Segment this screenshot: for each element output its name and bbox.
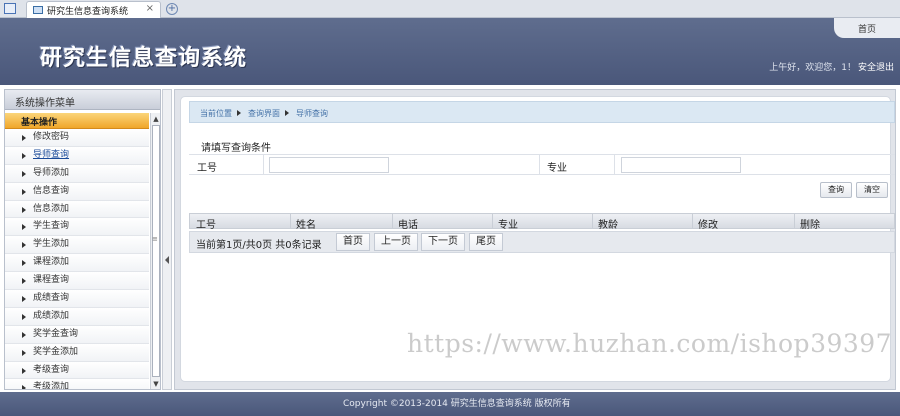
collapse-left-icon bbox=[165, 256, 169, 264]
close-tab-icon[interactable]: × bbox=[146, 3, 154, 14]
sidebar-item-course-add[interactable]: 课程添加 bbox=[5, 254, 149, 273]
results-table: 工号 姓名 电话 专业 教龄 修改 删除 当前第1页/共0页 共0条记录 首页 … bbox=[189, 213, 895, 255]
sidebar-item-grade-query[interactable]: 成绩查询 bbox=[5, 290, 149, 308]
page-favicon-icon bbox=[33, 6, 43, 14]
query-buttons: 查询 清空 bbox=[189, 177, 895, 203]
query-form: 请填写查询条件 工号 专业 查询 清空 bbox=[189, 137, 895, 209]
main-panel: 当前位置 查询界面 导师查询 请填写查询条件 工号 专业 查询 清空 工号 姓名… bbox=[174, 89, 896, 390]
scroll-up-icon[interactable]: ▲ bbox=[152, 115, 160, 123]
scroll-down-icon[interactable]: ▼ bbox=[152, 380, 160, 388]
staff-id-label: 工号 bbox=[197, 163, 217, 174]
column-divider bbox=[794, 214, 795, 228]
column-divider bbox=[392, 214, 393, 228]
column-divider bbox=[692, 214, 693, 228]
major-label: 专业 bbox=[547, 163, 567, 174]
sidebar-item-exam-query[interactable]: 考级查询 bbox=[5, 361, 149, 380]
sidebar-scrollbar[interactable]: ▲ ≡ ▼ bbox=[150, 113, 160, 389]
column-header-staff-id[interactable]: 工号 bbox=[196, 216, 216, 231]
arrow-right-icon bbox=[22, 349, 26, 356]
breadcrumb-separator-icon bbox=[237, 110, 241, 116]
cell-divider bbox=[263, 155, 264, 174]
search-button[interactable]: 查询 bbox=[820, 182, 852, 198]
sidebar-collapse-handle[interactable] bbox=[162, 89, 172, 390]
column-header-name[interactable]: 姓名 bbox=[296, 216, 316, 231]
scroll-grip-icon: ≡ bbox=[152, 235, 158, 243]
arrow-right-icon bbox=[22, 313, 26, 320]
sidebar-item-tutor-add[interactable]: 导师添加 bbox=[5, 164, 149, 183]
sidebar-item-info-add[interactable]: 信息添加 bbox=[5, 200, 149, 219]
first-page-button[interactable]: 首页 bbox=[336, 233, 370, 251]
breadcrumb-item-tutor-query[interactable]: 导师查询 bbox=[296, 108, 328, 119]
column-divider bbox=[492, 214, 493, 228]
arrow-right-icon bbox=[22, 260, 26, 267]
browser-tab[interactable]: 研究生信息查询系统 × bbox=[26, 1, 161, 18]
app-header: 研究生信息查询系统 首页 上午好，欢迎您，1！ 安全退出 bbox=[0, 18, 900, 85]
prev-page-button[interactable]: 上一页 bbox=[374, 233, 418, 251]
last-page-button[interactable]: 尾页 bbox=[469, 233, 503, 251]
breadcrumb: 当前位置 查询界面 导师查询 bbox=[189, 101, 895, 123]
app-footer: Copyright ©2013-2014 研究生信息查询系统 版权所有 bbox=[0, 392, 900, 416]
arrow-right-icon bbox=[22, 206, 26, 213]
cell-divider bbox=[614, 155, 615, 174]
sidebar-item-student-query[interactable]: 学生查询 bbox=[5, 218, 149, 237]
breadcrumb-separator-icon bbox=[285, 110, 289, 116]
column-divider bbox=[290, 214, 291, 228]
arrow-right-icon bbox=[22, 367, 26, 374]
watermark-text: https://www.huzhan.com/ishop39397 bbox=[407, 329, 893, 358]
column-header-phone[interactable]: 电话 bbox=[398, 216, 418, 231]
sidebar-item-scholarship-query[interactable]: 奖学金查询 bbox=[5, 325, 149, 344]
cell-divider bbox=[539, 155, 540, 174]
content-card: 当前位置 查询界面 导师查询 请填写查询条件 工号 专业 查询 清空 工号 姓名… bbox=[180, 96, 895, 382]
arrow-right-icon bbox=[22, 385, 26, 389]
app-title: 研究生信息查询系统 bbox=[40, 46, 248, 71]
query-form-title: 请填写查询条件 bbox=[201, 143, 271, 154]
home-link[interactable]: 首页 bbox=[834, 18, 900, 38]
sidebar-section-basic[interactable]: 基本操作 bbox=[5, 113, 149, 129]
home-link-label: 首页 bbox=[858, 25, 877, 35]
new-tab-icon[interactable]: + bbox=[166, 3, 178, 15]
breadcrumb-item-location: 当前位置 bbox=[200, 109, 232, 118]
arrow-right-icon bbox=[22, 242, 26, 249]
arrow-right-icon bbox=[22, 224, 26, 231]
arrow-right-icon bbox=[22, 170, 26, 177]
arrow-right-icon bbox=[22, 296, 26, 303]
sidebar-item-change-password[interactable]: 修改密码 bbox=[5, 129, 149, 147]
copyright-text: Copyright ©2013-2014 研究生信息查询系统 版权所有 bbox=[343, 399, 571, 409]
query-form-row: 工号 专业 bbox=[189, 154, 895, 175]
greeting-text: 上午好，欢迎您，1！ bbox=[769, 63, 856, 73]
pagination-info: 当前第1页/共0页 共0条记录 bbox=[196, 240, 322, 251]
browser-tab-title: 研究生信息查询系统 bbox=[47, 7, 129, 17]
arrow-right-icon bbox=[22, 188, 26, 195]
sidebar-item-student-add[interactable]: 学生添加 bbox=[5, 236, 149, 255]
next-page-button[interactable]: 下一页 bbox=[421, 233, 465, 251]
column-header-edit[interactable]: 修改 bbox=[698, 216, 718, 231]
sidebar-item-scholarship-add[interactable]: 奖学金添加 bbox=[5, 343, 149, 362]
column-header-teaching-years[interactable]: 教龄 bbox=[598, 216, 618, 231]
table-header: 工号 姓名 电话 专业 教龄 修改 删除 bbox=[189, 213, 895, 231]
column-divider bbox=[592, 214, 593, 228]
major-input[interactable] bbox=[621, 157, 741, 173]
sidebar-item-course-query[interactable]: 课程查询 bbox=[5, 272, 149, 291]
arrow-right-icon bbox=[22, 135, 26, 141]
pagination-bar: 当前第1页/共0页 共0条记录 首页 上一页 下一页 尾页 bbox=[189, 231, 895, 253]
window-icon bbox=[4, 3, 16, 14]
breadcrumb-item-query[interactable]: 查询界面 bbox=[248, 108, 280, 119]
sidebar-menu: 系统操作菜单 基本操作 修改密码 导师查询 导师添加 信息查询 信息添加 学生查… bbox=[4, 89, 161, 390]
arrow-right-icon bbox=[22, 152, 26, 159]
sidebar-title: 系统操作菜单 bbox=[5, 90, 160, 110]
scrollbar-thumb[interactable] bbox=[152, 125, 160, 377]
arrow-right-icon bbox=[22, 278, 26, 285]
logout-link[interactable]: 安全退出 bbox=[858, 60, 894, 73]
sidebar-item-info-query[interactable]: 信息查询 bbox=[5, 182, 149, 201]
sidebar-item-exam-add[interactable]: 考级添加 bbox=[5, 379, 149, 389]
clear-button[interactable]: 清空 bbox=[856, 182, 888, 198]
staff-id-input[interactable] bbox=[269, 157, 389, 173]
column-header-major[interactable]: 专业 bbox=[498, 216, 518, 231]
arrow-right-icon bbox=[22, 331, 26, 338]
sidebar-menu-list: 修改密码 导师查询 导师添加 信息查询 信息添加 学生查询 学生添加 课程添加 … bbox=[5, 129, 149, 389]
browser-tab-strip: 研究生信息查询系统 × + bbox=[0, 0, 900, 18]
column-header-delete[interactable]: 删除 bbox=[800, 216, 820, 231]
sidebar-item-grade-add[interactable]: 成绩添加 bbox=[5, 307, 149, 326]
sidebar-item-tutor-query[interactable]: 导师查询 bbox=[5, 146, 149, 165]
